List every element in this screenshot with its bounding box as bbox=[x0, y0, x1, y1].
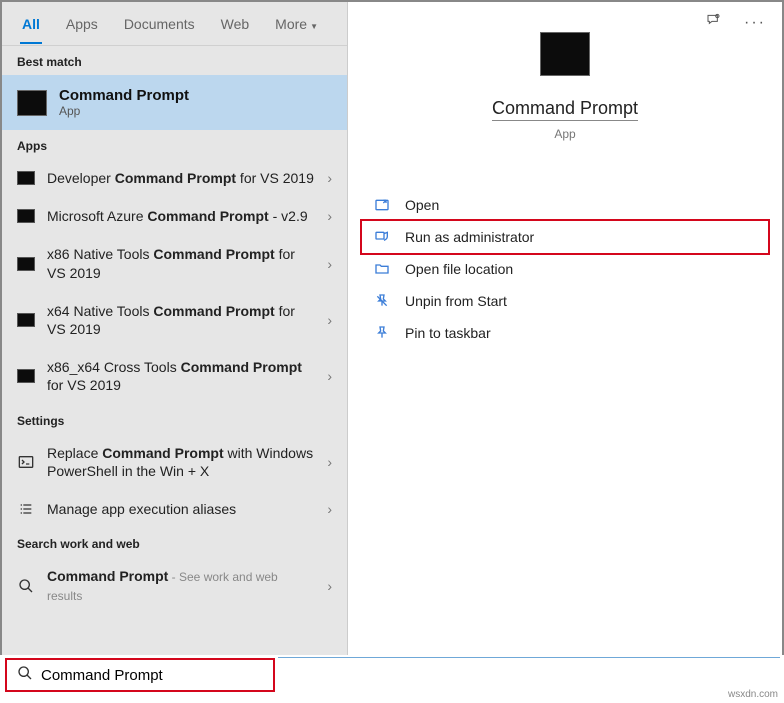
action-open[interactable]: Open bbox=[362, 189, 768, 221]
chevron-down-icon: ▼ bbox=[310, 22, 318, 31]
list-item-label: Developer Command Prompt for VS 2019 bbox=[47, 169, 315, 187]
pin-icon bbox=[374, 325, 390, 341]
list-item-label: x86_x64 Cross Tools Command Prompt for V… bbox=[47, 358, 315, 394]
chevron-right-icon: › bbox=[327, 256, 332, 272]
action-label: Open file location bbox=[405, 261, 513, 277]
folder-icon bbox=[374, 261, 390, 277]
open-icon bbox=[374, 197, 390, 213]
action-run-as-administrator[interactable]: Run as administrator bbox=[362, 221, 768, 253]
app-list-item[interactable]: x64 Native Tools Command Prompt for VS 2… bbox=[2, 292, 347, 348]
action-label: Open bbox=[405, 197, 439, 213]
command-prompt-icon bbox=[17, 257, 35, 271]
chevron-right-icon: › bbox=[327, 208, 332, 224]
chevron-right-icon: › bbox=[327, 170, 332, 186]
action-label: Pin to taskbar bbox=[405, 325, 491, 341]
best-match-title: Command Prompt bbox=[59, 87, 189, 104]
tab-documents[interactable]: Documents bbox=[122, 4, 197, 44]
action-open-file-location[interactable]: Open file location bbox=[362, 253, 768, 285]
command-prompt-icon bbox=[17, 171, 35, 185]
more-options-icon[interactable]: ··· bbox=[744, 14, 766, 32]
unpin-icon bbox=[374, 293, 390, 309]
divider bbox=[278, 657, 780, 658]
section-search-web: Search work and web bbox=[2, 528, 347, 557]
watermark: wsxdn.com bbox=[728, 689, 778, 700]
settings-item-aliases[interactable]: Manage app execution aliases › bbox=[2, 490, 347, 528]
preview-pane: Command Prompt App bbox=[348, 32, 782, 141]
app-list-item[interactable]: Microsoft Azure Command Prompt - v2.9 › bbox=[2, 197, 347, 235]
search-icon bbox=[17, 578, 35, 594]
section-best-match: Best match bbox=[2, 46, 347, 75]
list-item-label: Microsoft Azure Command Prompt - v2.9 bbox=[47, 207, 315, 225]
list-item-label: Command Prompt - See work and web result… bbox=[47, 567, 315, 604]
list-icon bbox=[17, 501, 35, 517]
list-item-label: Replace Command Prompt with Windows Powe… bbox=[47, 444, 315, 480]
best-match-item[interactable]: Command Prompt App bbox=[2, 75, 347, 130]
search-filter-tabs: All Apps Documents Web More▼ bbox=[2, 2, 347, 46]
app-list-item[interactable]: x86_x64 Cross Tools Command Prompt for V… bbox=[2, 348, 347, 404]
command-prompt-icon bbox=[17, 209, 35, 223]
chevron-right-icon: › bbox=[327, 312, 332, 328]
search-input[interactable] bbox=[41, 667, 263, 684]
list-item-label: x86 Native Tools Command Prompt for VS 2… bbox=[47, 245, 315, 281]
settings-item-replace[interactable]: Replace Command Prompt with Windows Powe… bbox=[2, 434, 347, 490]
command-prompt-icon bbox=[17, 369, 35, 383]
app-list-item[interactable]: Developer Command Prompt for VS 2019 › bbox=[2, 159, 347, 197]
shield-icon bbox=[374, 229, 390, 245]
action-unpin-from-start[interactable]: Unpin from Start bbox=[362, 285, 768, 317]
search-icon bbox=[17, 665, 33, 686]
chevron-right-icon: › bbox=[327, 501, 332, 517]
web-search-item[interactable]: Command Prompt - See work and web result… bbox=[2, 557, 347, 614]
command-prompt-icon bbox=[17, 313, 35, 327]
action-label: Unpin from Start bbox=[405, 293, 507, 309]
command-prompt-icon bbox=[17, 90, 47, 116]
command-prompt-icon bbox=[540, 32, 590, 76]
chevron-right-icon: › bbox=[327, 578, 332, 594]
best-match-subtitle: App bbox=[59, 104, 189, 118]
chevron-right-icon: › bbox=[327, 454, 332, 470]
action-pin-to-taskbar[interactable]: Pin to taskbar bbox=[362, 317, 768, 349]
chevron-right-icon: › bbox=[327, 368, 332, 384]
terminal-icon bbox=[17, 454, 35, 470]
tab-more[interactable]: More▼ bbox=[273, 4, 320, 44]
list-item-label: Manage app execution aliases bbox=[47, 500, 315, 518]
action-label: Run as administrator bbox=[405, 229, 534, 245]
tab-web[interactable]: Web bbox=[219, 4, 252, 44]
preview-subtitle: App bbox=[368, 127, 762, 141]
tab-apps[interactable]: Apps bbox=[64, 4, 100, 44]
search-input-container[interactable] bbox=[5, 658, 275, 692]
feedback-icon[interactable] bbox=[706, 12, 722, 33]
app-list-item[interactable]: x86 Native Tools Command Prompt for VS 2… bbox=[2, 235, 347, 291]
preview-title[interactable]: Command Prompt bbox=[492, 98, 638, 121]
section-apps: Apps bbox=[2, 130, 347, 159]
list-item-label: x64 Native Tools Command Prompt for VS 2… bbox=[47, 302, 315, 338]
section-settings: Settings bbox=[2, 405, 347, 434]
tab-all[interactable]: All bbox=[20, 4, 42, 44]
